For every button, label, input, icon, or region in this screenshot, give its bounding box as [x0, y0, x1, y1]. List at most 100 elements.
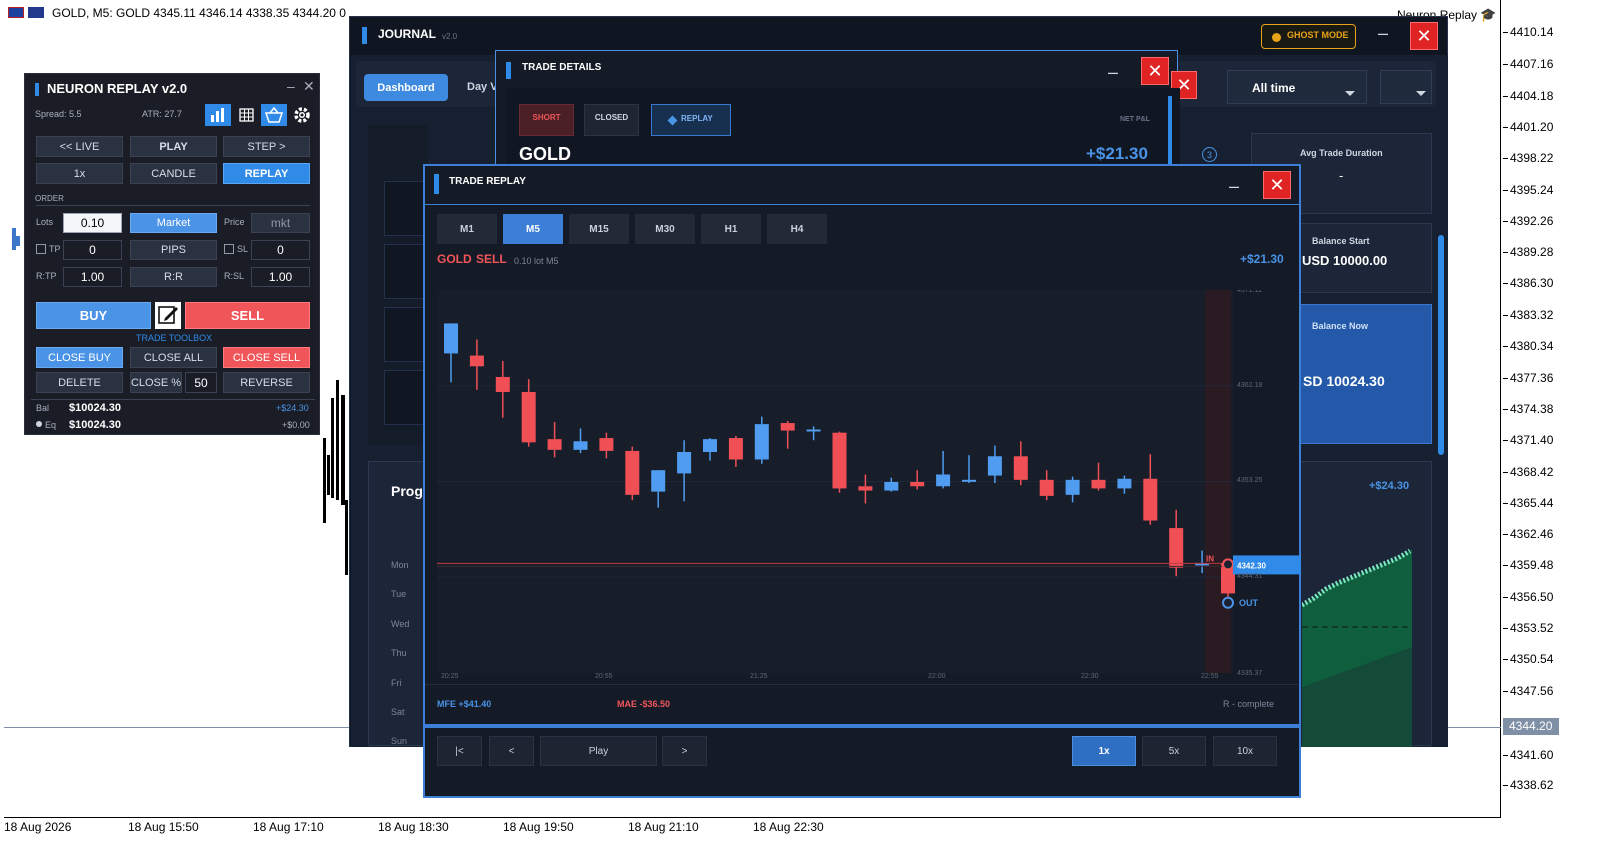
- journal-minimize-button[interactable]: –: [1378, 23, 1388, 44]
- price-tick: 4374.38: [1503, 402, 1553, 416]
- price-tick: 4380.34: [1503, 339, 1553, 353]
- period-select[interactable]: All time: [1227, 70, 1367, 104]
- replay-start-button[interactable]: |<: [437, 736, 482, 766]
- price-tick: 4395.24: [1503, 183, 1553, 197]
- weekday-label: Sat: [391, 707, 405, 717]
- replay-symbol: GOLD: [437, 252, 472, 266]
- reverse-button[interactable]: REVERSE: [223, 372, 310, 393]
- exit-marker: [1222, 596, 1234, 609]
- candle-button[interactable]: CANDLE: [130, 163, 217, 184]
- axis-price-label: 4353.25: [1237, 477, 1262, 484]
- neuron-title: NEURON REPLAY v2.0: [47, 81, 188, 96]
- mt-candle: [323, 438, 326, 523]
- pips-button[interactable]: PIPS: [130, 240, 217, 260]
- rsl-input[interactable]: 1.00: [251, 267, 310, 287]
- equity-pnl: +$0.00: [282, 420, 310, 430]
- journal-close-button[interactable]: ✕: [1410, 22, 1438, 50]
- candle-body: [703, 439, 717, 452]
- close-percent-input[interactable]: 50: [185, 372, 217, 393]
- timeframe-button[interactable]: H1: [701, 214, 761, 244]
- journal-scrollbar[interactable]: [1438, 235, 1444, 455]
- timeframe-button[interactable]: M5: [503, 214, 563, 244]
- chevron-down-icon: [1415, 85, 1427, 103]
- time-tick: 18 Aug 22:30: [753, 820, 824, 834]
- delete-button[interactable]: DELETE: [36, 372, 123, 393]
- grid-icon[interactable]: [235, 104, 259, 126]
- replay-play-button[interactable]: Play: [540, 736, 657, 766]
- sl-input[interactable]: 0: [251, 240, 310, 260]
- candle-body: [832, 432, 847, 489]
- speed-button[interactable]: 5x: [1142, 736, 1206, 766]
- rr-button[interactable]: R:R: [130, 267, 217, 287]
- price-input[interactable]: mkt: [251, 213, 310, 233]
- timeframe-button[interactable]: M30: [635, 214, 695, 244]
- market-button[interactable]: Market: [130, 213, 217, 233]
- sell-button[interactable]: SELL: [185, 302, 310, 329]
- chart-icon: [28, 7, 44, 18]
- close-button[interactable]: ✕: [303, 78, 315, 95]
- price-tick: 4365.44: [1503, 496, 1553, 510]
- candle-body: [495, 376, 510, 392]
- bar-chart-icon[interactable]: [205, 104, 231, 126]
- basket-icon[interactable]: [261, 104, 287, 126]
- candle-body: [1065, 479, 1080, 495]
- step-button[interactable]: STEP >: [223, 136, 310, 157]
- edit-icon[interactable]: [155, 302, 181, 329]
- replay-side: SELL: [476, 252, 507, 266]
- price-tick: 4350.54: [1503, 652, 1553, 666]
- mae-label: MAE -$36.50: [617, 699, 671, 709]
- sl-checkbox[interactable]: [224, 244, 234, 254]
- gear-icon[interactable]: [291, 104, 313, 126]
- replay-prev-button[interactable]: <: [489, 736, 534, 766]
- weekday-label: Fri: [391, 677, 402, 688]
- candle-body: [910, 481, 925, 487]
- replay-minimize-button[interactable]: –: [1229, 176, 1239, 197]
- price-tick: 4359.48: [1503, 558, 1553, 572]
- replay-button[interactable]: REPLAY: [223, 163, 310, 184]
- candle-body: [1039, 479, 1054, 496]
- title-accent: [506, 62, 511, 79]
- speed-button[interactable]: 1x: [1072, 736, 1136, 766]
- ghost-mode-toggle[interactable]: GHOST MODE: [1261, 24, 1356, 49]
- axis-price-label: 4344.31: [1237, 573, 1262, 580]
- live-button[interactable]: << LIVE: [36, 136, 123, 157]
- replay-progress-bar[interactable]: [425, 724, 1299, 728]
- mfe-label: MFE +$41.40: [437, 699, 492, 709]
- speed-button[interactable]: 10x: [1213, 736, 1277, 766]
- buy-button[interactable]: BUY: [36, 302, 151, 329]
- timeframe-button[interactable]: M1: [437, 214, 497, 244]
- count-badge: 3: [1202, 147, 1217, 162]
- minimize-button[interactable]: –: [287, 78, 295, 94]
- timeframe-button[interactable]: H4: [767, 214, 827, 244]
- atr-label: ATR: 27.7: [142, 109, 182, 119]
- timeframe-button[interactable]: M15: [569, 214, 629, 244]
- tab-dashboard[interactable]: Dashboard: [364, 74, 448, 101]
- speed-button[interactable]: 1x: [36, 163, 123, 184]
- weekday-label: Thu: [391, 648, 407, 659]
- close-all-button[interactable]: CLOSE ALL: [130, 347, 217, 368]
- stat-card: [384, 370, 428, 425]
- close-sell-button[interactable]: CLOSE SELL: [223, 347, 310, 368]
- details-scrollbar[interactable]: [1168, 96, 1172, 172]
- candle-body: [599, 438, 614, 451]
- tp-checkbox[interactable]: [36, 244, 46, 254]
- tab-day-view[interactable]: Day V: [467, 81, 498, 93]
- details-minimize-button[interactable]: –: [1108, 62, 1118, 83]
- replay-next-button[interactable]: >: [662, 736, 707, 766]
- tp-input[interactable]: 0: [63, 240, 122, 260]
- exit-label: OUT: [1239, 598, 1259, 608]
- rtp-input[interactable]: 1.00: [63, 267, 122, 287]
- tag-replay[interactable]: REPLAY: [651, 104, 731, 136]
- replay-candle-chart[interactable]: IN OUT 4342.30 4371.12 4362.18 4353.25 4344.31…: [437, 290, 1301, 680]
- price-tick: 4386.30: [1503, 276, 1553, 290]
- account-select[interactable]: [1380, 70, 1432, 104]
- close-buy-button[interactable]: CLOSE BUY: [36, 347, 123, 368]
- details-close-button[interactable]: ✕: [1141, 57, 1169, 85]
- play-button[interactable]: PLAY: [130, 136, 217, 157]
- close-percent-button[interactable]: CLOSE %: [130, 372, 182, 393]
- replay-close-button[interactable]: ✕: [1263, 171, 1291, 199]
- details-symbol: GOLD: [519, 144, 571, 164]
- stat-card: [384, 244, 428, 299]
- title-accent: [434, 174, 439, 194]
- lots-input[interactable]: 0.10: [63, 213, 122, 233]
